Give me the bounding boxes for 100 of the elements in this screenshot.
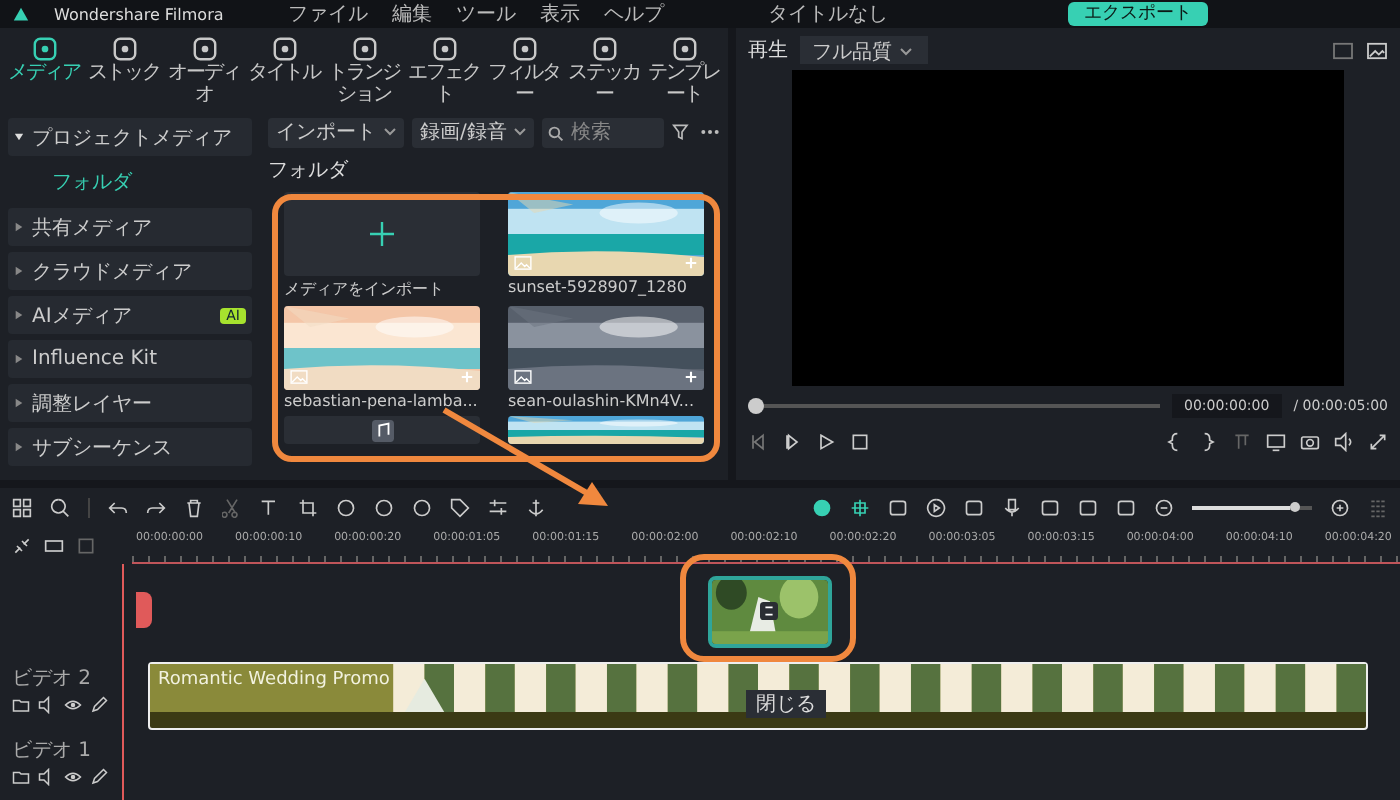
export-button[interactable]: エクスポート (1068, 2, 1208, 26)
media-tab[interactable]: トランジション (324, 32, 404, 110)
square-icon (271, 36, 297, 62)
caret-icon (14, 132, 24, 142)
folder-icon[interactable] (12, 768, 30, 786)
box-icon[interactable] (888, 498, 908, 518)
dragged-clip[interactable] (708, 576, 832, 648)
app-title: Wondershare Filmora (54, 5, 224, 23)
layout-icon[interactable] (1368, 498, 1388, 518)
import-tile[interactable] (284, 192, 480, 276)
snap-icon[interactable] (850, 498, 870, 518)
trash-icon[interactable] (184, 498, 204, 518)
media-tab[interactable]: エフェクト (404, 32, 484, 110)
crop-icon[interactable] (298, 498, 318, 518)
square-icon (431, 36, 457, 62)
search-field[interactable]: 検索 (542, 117, 664, 147)
tag-icon[interactable] (450, 498, 470, 518)
caret-icon (14, 310, 24, 320)
sidebar-item[interactable]: 共有メディア (8, 208, 252, 246)
media-tab[interactable]: テンプレート (644, 32, 724, 110)
media-tab[interactable]: ステッカー (564, 32, 644, 110)
caret-icon (14, 442, 24, 452)
video-clip[interactable]: Romantic Wedding Promo 閉じる (148, 662, 1368, 730)
fullscreen-icon[interactable] (1368, 432, 1388, 452)
redo-icon[interactable] (146, 498, 166, 518)
sidebar-item[interactable]: Influence Kit (8, 340, 252, 378)
audio-tile[interactable] (284, 416, 480, 444)
player-label: 再生 (748, 37, 788, 64)
square-icon (671, 36, 697, 62)
scissors-icon[interactable] (222, 498, 242, 518)
zoom-icon[interactable] (50, 498, 70, 518)
menu-item[interactable]: ツール (455, 0, 516, 28)
volume-icon[interactable] (1334, 432, 1354, 452)
pencil-icon[interactable] (90, 696, 108, 714)
image-icon (514, 370, 532, 384)
previous-frame-icon[interactable] (748, 432, 768, 452)
text-icon[interactable] (260, 498, 280, 518)
camera-icon[interactable] (1300, 432, 1320, 452)
sidebar-item[interactable]: クラウドメディア (8, 252, 252, 290)
caret-icon (14, 354, 24, 364)
sidebar-item[interactable]: 調整レイヤー (8, 384, 252, 422)
media-tab[interactable]: ストック (84, 32, 164, 110)
anchor-icon[interactable] (526, 498, 546, 518)
music-note-icon (371, 420, 393, 442)
folder-icon[interactable] (12, 696, 30, 714)
zoom-in-icon[interactable] (1330, 498, 1350, 518)
square-icon (111, 36, 137, 62)
image-icon (514, 256, 532, 270)
record-icon[interactable] (812, 498, 832, 518)
play-icon[interactable] (926, 498, 946, 518)
caret-icon (14, 222, 24, 232)
image-icon[interactable] (1366, 41, 1388, 59)
add-icon[interactable] (684, 370, 698, 384)
sidebar-item[interactable]: プロジェクトメディア (8, 118, 252, 156)
menu-item[interactable]: ファイル (287, 0, 368, 28)
media-name: sebastian-pena-lamba... (284, 392, 480, 410)
mic-icon[interactable] (1002, 498, 1022, 518)
insert-icon[interactable] (1232, 432, 1252, 452)
folder-item[interactable]: フォルダ (8, 162, 252, 202)
track-name: ビデオ 2 (12, 666, 94, 692)
media-tab[interactable]: メディア (4, 32, 84, 110)
media-name: sean-oulashin-KMn4V... (508, 392, 696, 410)
play-icon[interactable] (816, 432, 836, 452)
next-frame-icon[interactable] (782, 432, 802, 452)
caret-icon (14, 398, 24, 408)
import-dropdown[interactable]: インポート (268, 117, 404, 147)
drop-zone (136, 592, 152, 628)
track-name: ビデオ 1 (12, 738, 94, 764)
filter-icon[interactable] (672, 122, 692, 142)
track-icon[interactable] (76, 536, 96, 556)
menu-item[interactable]: ヘルプ (603, 0, 664, 28)
swap-icon (760, 602, 778, 620)
clip-title: Romantic Wedding Promo (158, 670, 390, 690)
chevron-icon (900, 48, 912, 57)
folder-label: フォルダ (268, 158, 351, 184)
eye-icon[interactable] (64, 768, 82, 786)
tooltip: 閉じる (746, 690, 826, 718)
menu-item[interactable]: 編集 (391, 0, 432, 28)
media-tab[interactable]: フィルター (484, 32, 564, 110)
media-tab[interactable]: オーディオ (164, 32, 244, 110)
media-name: メディアをインポート (284, 278, 446, 300)
caret-icon (14, 266, 24, 276)
sidebar-item[interactable]: サブシーケンス (8, 428, 252, 466)
add-track-icon[interactable] (44, 536, 64, 556)
zoom-out-icon[interactable] (1154, 498, 1174, 518)
record-dropdown[interactable]: 録画/録音 (412, 117, 535, 147)
square-icon (591, 36, 617, 62)
menu-item[interactable]: 表示 (539, 0, 580, 28)
quality-dropdown[interactable]: フル品質 (800, 36, 928, 64)
grid-icon[interactable] (12, 498, 32, 518)
monitor-icon[interactable] (1266, 432, 1286, 452)
pencil-icon[interactable] (90, 768, 108, 786)
square-icon (511, 36, 537, 62)
media-tab[interactable]: タイトル (244, 32, 324, 110)
undo-icon[interactable] (108, 498, 128, 518)
link-icon[interactable] (12, 536, 32, 556)
eye-icon[interactable] (64, 696, 82, 714)
image-icon (290, 370, 308, 384)
sliders-icon[interactable] (488, 498, 508, 518)
stop-icon[interactable] (850, 432, 870, 452)
